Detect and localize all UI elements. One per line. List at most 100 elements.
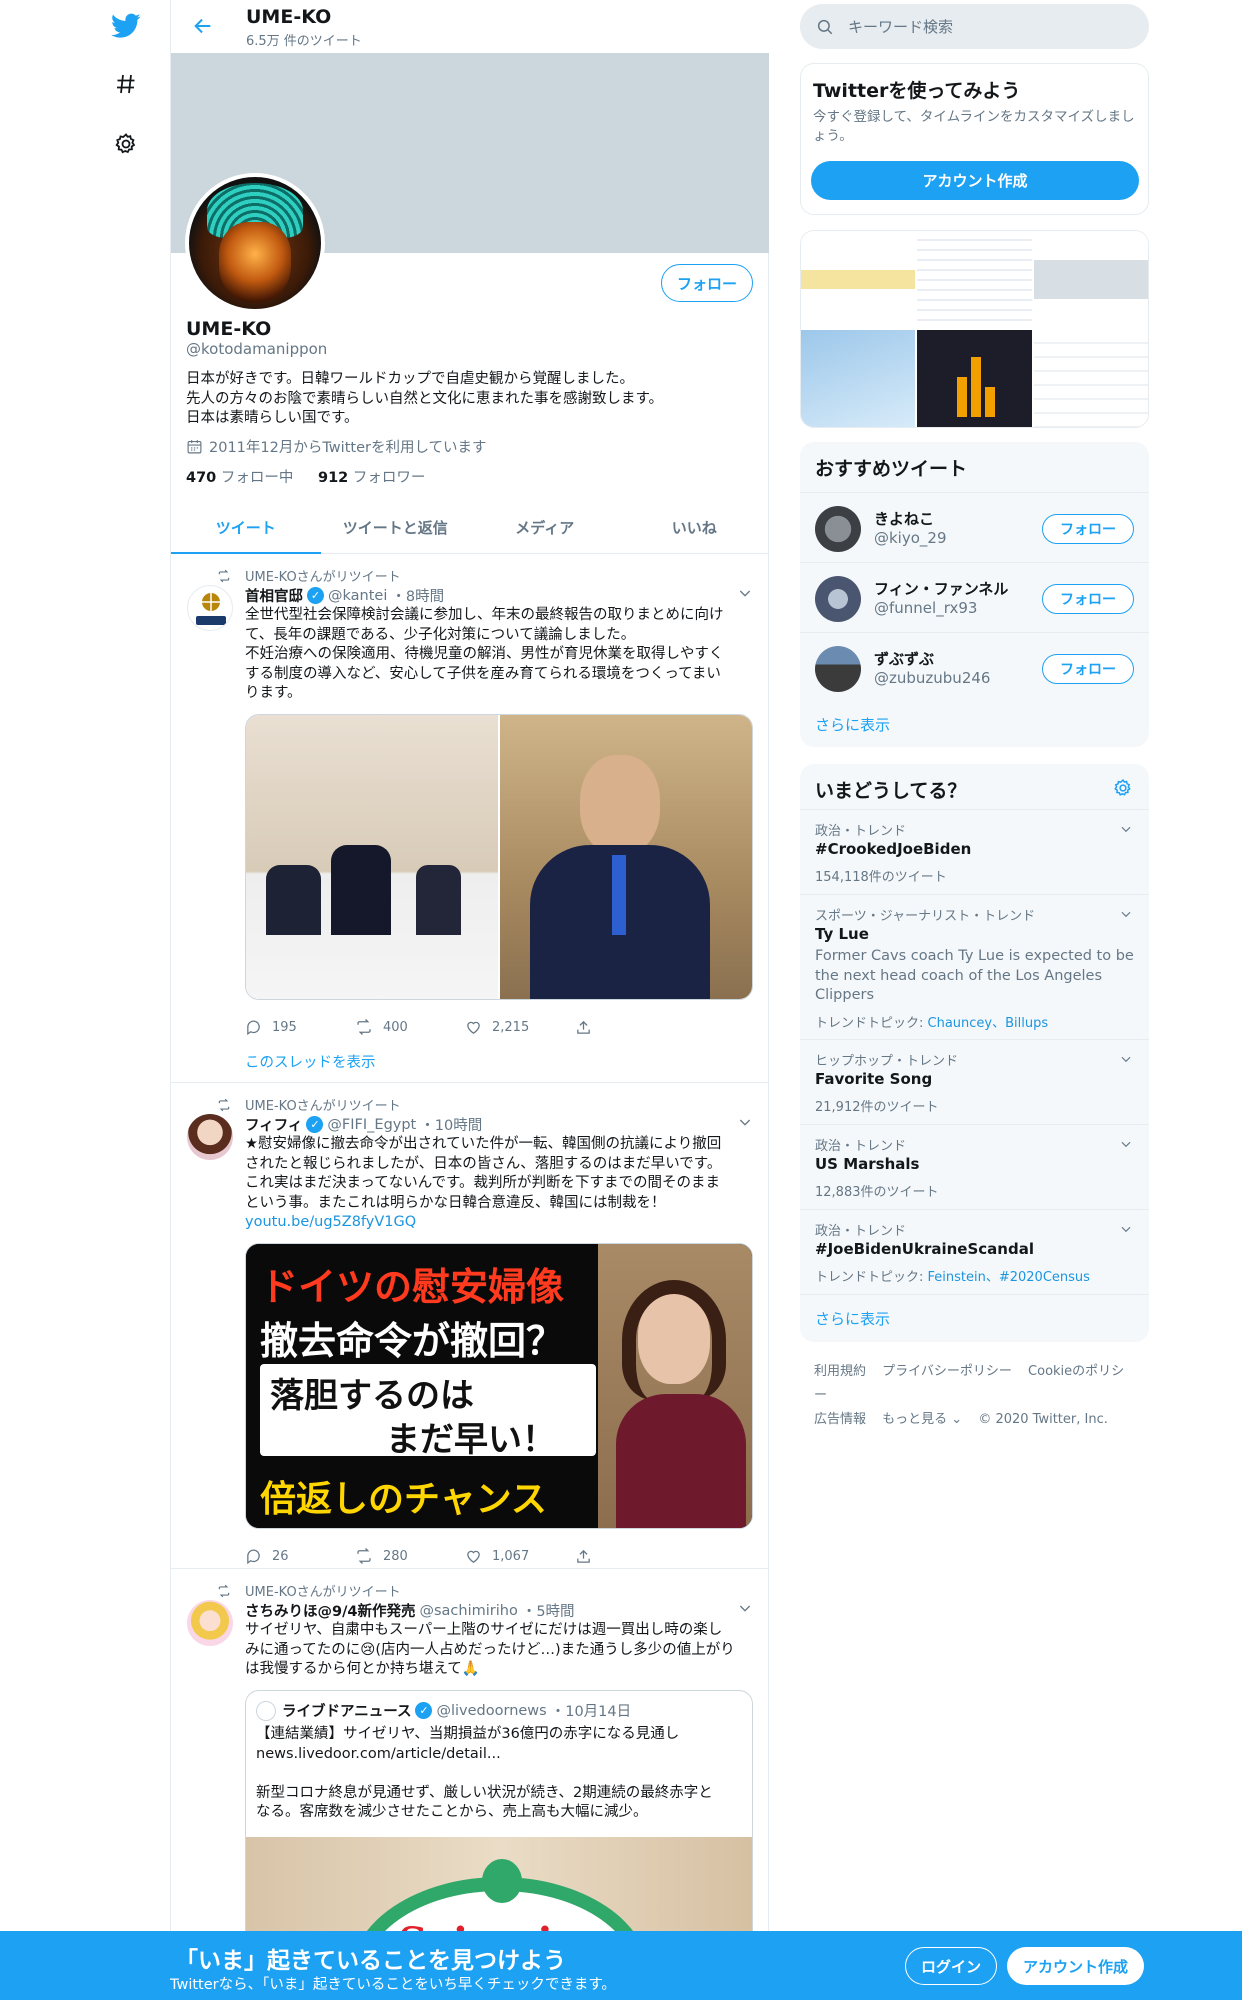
profile-avatar[interactable] [185,173,325,313]
calendar-icon [187,440,202,454]
footer-more-link[interactable]: もっと見る ⌄ [882,1412,962,1427]
account-name[interactable]: ずぶずぶ [874,648,934,669]
media-thumbnail[interactable] [801,330,916,427]
trend-topics-links[interactable]: Chauncey、Billups [928,1016,1049,1031]
thumb-text: 倍返しのチャンス [260,1479,547,1520]
chevron-down-icon[interactable] [1119,907,1133,921]
trend-item[interactable]: 政治・トレンド #CrookedJoeBiden 154,118件のツイート [800,809,1149,894]
chevron-down-icon[interactable] [737,1600,753,1616]
recommended-account[interactable]: ずぶずぶ @zubuzubu246 フォロー [800,632,1149,702]
trend-category: スポーツ・ジャーナリスト・トレンド [815,909,1036,924]
tweet-photo[interactable] [500,715,752,999]
show-thread-link[interactable]: このスレッドを表示 [245,1051,376,1072]
footer-link[interactable]: プライバシーポリシー [882,1364,1012,1379]
tweet[interactable]: UME-KOさんがリツイート フィフィ ✓ @FIFI_Egypt ・10時間 … [171,1084,769,1569]
footer-link[interactable]: 広告情報 [814,1412,866,1427]
tweet-line: サイゼリヤ、自粛中もスーパー上階のサイゼにだけは週一買出し時の楽し [245,1622,723,1638]
search-input[interactable]: キーワード検索 [800,4,1149,49]
recommended-account[interactable]: きよねこ @kiyo_29 フォロー [800,492,1149,562]
chevron-down-icon[interactable] [1119,1137,1133,1151]
reply-button[interactable]: 195 [245,1018,355,1036]
media-thumbnail[interactable] [1033,231,1148,328]
retweet-button[interactable]: 280 [355,1547,465,1565]
trend-item[interactable]: ヒップホップ・トレンド Favorite Song 21,912件のツイート [800,1039,1149,1124]
retweet-text: UME-KOさんがリツイート [245,570,401,585]
media-thumbnail[interactable] [801,231,916,328]
follow-button[interactable]: フォロー [1042,584,1134,614]
reply-button[interactable]: 26 [245,1547,355,1565]
tweet-time[interactable]: ・8時間 [391,585,444,606]
trend-topics-links[interactable]: Feinstein、#2020Census [928,1270,1090,1285]
settings-gear-icon[interactable] [1113,778,1133,798]
like-button[interactable]: 2,215 [465,1018,575,1036]
account-handle: @kiyo_29 [874,529,947,547]
tweet-avatar[interactable] [187,585,233,631]
youtube-thumbnail[interactable]: ドイツの慰安婦像 撤去命令が撤回？ 落胆するのは まだ早い！ 倍返しのチャンス [245,1243,753,1529]
media-thumbnail[interactable] [1033,330,1148,427]
avatar[interactable] [815,506,861,552]
tweet-avatar[interactable] [187,1600,233,1646]
follow-button[interactable]: フォロー [1042,514,1134,544]
author-handle[interactable]: @FIFI_Egypt [327,1117,416,1133]
trend-count: 12,883件のツイート [815,1185,939,1200]
tweet-time[interactable]: ・10時間 [420,1114,482,1135]
show-more-link[interactable]: さらに表示 [815,714,890,735]
followers-label[interactable]: フォロワー [353,470,426,486]
author-name[interactable]: フィフィ [245,1114,302,1135]
tweet-photo-grid[interactable] [245,714,753,1000]
author-name[interactable]: さちみりほ@9/4新作発売 [245,1600,415,1621]
avatar[interactable] [815,576,861,622]
account-name[interactable]: フィン・ファンネル [874,578,1008,599]
settings-gear-icon[interactable] [110,128,142,160]
media-thumbnail[interactable] [917,330,1032,427]
trend-item[interactable]: スポーツ・ジャーナリスト・トレンド Ty Lue Former Cavs coa… [800,894,1149,1039]
tweet-line: という事。またこれは明らかな日韓合意違反、韓国には制裁を！ [245,1194,666,1211]
login-button[interactable]: ログイン [905,1947,997,1985]
tab-tweets[interactable]: ツイート [171,502,321,554]
trend-item[interactable]: 政治・トレンド US Marshals 12,883件のツイート [800,1124,1149,1209]
tweet-photo[interactable] [246,715,498,999]
tweet-time[interactable]: ・5時間 [522,1600,575,1621]
explore-hashtag-icon[interactable] [110,68,142,100]
recommended-accounts: おすすめツイート きよねこ @kiyo_29 フォロー フィン・ファンネル @f… [800,442,1149,747]
tab-tweets-and-replies[interactable]: ツイートと返信 [321,502,471,553]
chevron-down-icon[interactable] [737,585,753,601]
retweet-button[interactable]: 400 [355,1018,465,1036]
tweet[interactable]: UME-KOさんがリツイート 首相官邸 ✓ @kantei ・8時間 全世代型社… [171,555,769,1083]
quoted-avatar [256,1701,276,1721]
author-name[interactable]: 首相官邸 [245,585,303,606]
twitter-logo-icon[interactable] [110,10,142,42]
signup-button[interactable]: アカウント作成 [1007,1947,1144,1985]
tab-media[interactable]: メディア [470,502,620,553]
chevron-down-icon[interactable] [737,1114,753,1130]
followers-count[interactable]: 912 [318,470,348,486]
author-handle[interactable]: @kantei [328,588,387,604]
retweet-text: UME-KOさんがリツイート [245,1099,401,1114]
footer-link[interactable]: 利用規約 [814,1364,866,1379]
retweet-label: UME-KOさんがリツイート [218,1581,401,1600]
avatar[interactable] [815,646,861,692]
following-count[interactable]: 470 [186,470,216,486]
following-label[interactable]: フォロー中 [221,470,294,486]
tweet-avatar[interactable] [187,1114,233,1160]
signup-title: Twitterを使ってみよう [813,80,1021,102]
chevron-down-icon[interactable] [1119,822,1133,836]
media-thumbnail[interactable] [917,231,1032,328]
chevron-down-icon[interactable] [1119,1052,1133,1066]
recommended-account[interactable]: フィン・ファンネル @funnel_rx93 フォロー [800,562,1149,632]
show-more-link[interactable]: さらに表示 [815,1308,890,1329]
follow-button[interactable]: フォロー [1042,654,1134,684]
account-name[interactable]: きよねこ [874,508,934,529]
tweet-link[interactable]: youtu.be/ug5Z8fyV1GQ [245,1213,753,1233]
trend-item[interactable]: 政治・トレンド #JoeBidenUkraineScandal トレンドトピック… [800,1209,1149,1294]
create-account-button[interactable]: アカウント作成 [811,161,1139,200]
tweet-line: みに通ってたのに😢(店内一人占めだったけど…)また通うし多少の値上がり [245,1641,735,1658]
chevron-down-icon[interactable] [1119,1222,1133,1236]
author-handle[interactable]: @sachimiriho [419,1603,517,1619]
share-button[interactable] [575,1547,685,1565]
share-button[interactable] [575,1018,685,1036]
back-arrow-icon[interactable] [189,12,217,40]
tab-likes[interactable]: いいね [620,502,770,553]
like-button[interactable]: 1,067 [465,1547,575,1565]
follow-button[interactable]: フォロー [661,264,753,302]
